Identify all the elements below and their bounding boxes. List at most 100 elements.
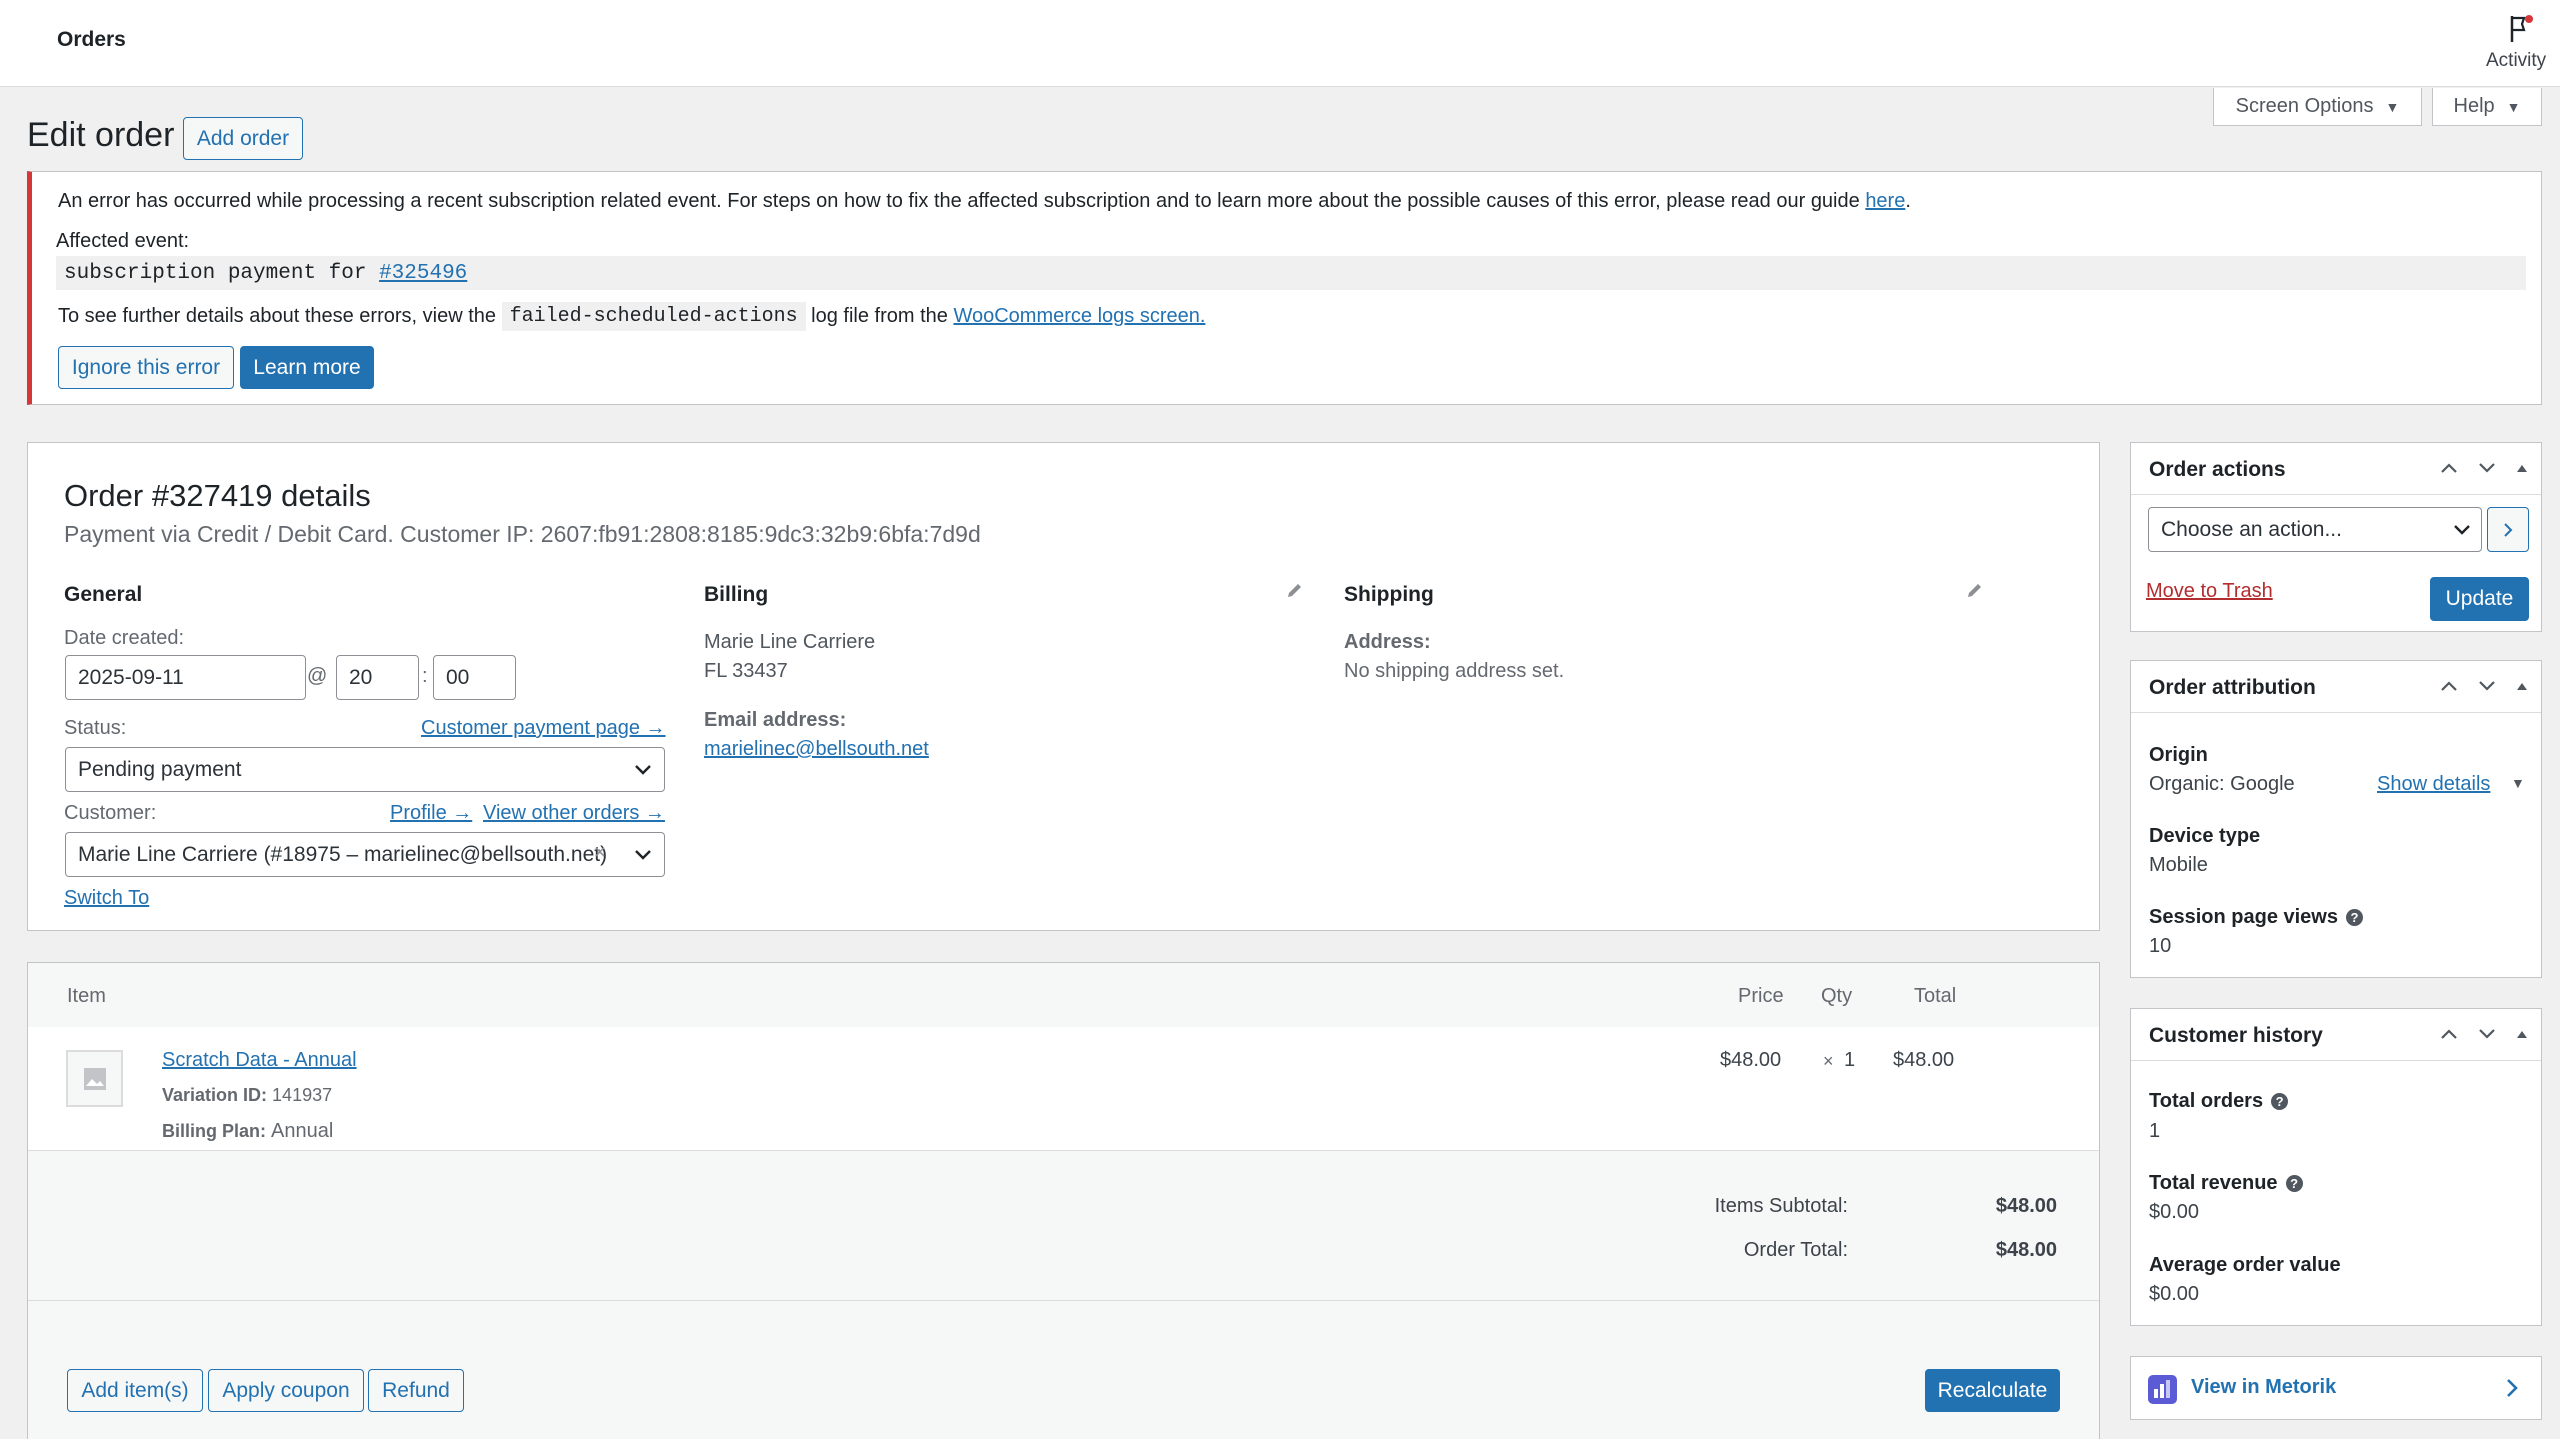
chevron-right-icon xyxy=(2507,1379,2518,1397)
view-in-metorik-button[interactable]: View in Metorik xyxy=(2130,1356,2542,1420)
caret-down-icon: ▼ xyxy=(2385,98,2400,115)
caret-down-icon[interactable]: ▼ xyxy=(2511,775,2525,791)
show-details-link[interactable]: Show details xyxy=(2377,773,2490,796)
order-attribution-panel: Order attribution Origin Organic: Google… xyxy=(2130,660,2542,978)
chevron-down-icon xyxy=(635,765,651,775)
top-bar-title: Orders xyxy=(57,28,126,51)
status-value: Pending payment xyxy=(78,757,242,781)
activity-button[interactable]: Activity xyxy=(2486,12,2556,74)
total-revenue-value: $0.00 xyxy=(2149,1201,2200,1223)
subscription-link[interactable]: #325496 xyxy=(379,262,467,285)
status-select[interactable]: Pending payment xyxy=(65,747,665,792)
chevron-down-icon xyxy=(635,850,651,860)
edit-billing-pencil-icon[interactable] xyxy=(1285,580,1305,600)
totals-section: Items Subtotal: $48.00 Order Total: $48.… xyxy=(28,1151,2099,1301)
total-column-header: Total xyxy=(1914,985,1957,1007)
variation-id: Variation ID: 141937 xyxy=(162,1085,332,1106)
apply-action-button[interactable] xyxy=(2487,507,2529,552)
chevron-down-icon xyxy=(2454,525,2470,535)
switch-to-link[interactable]: Switch To xyxy=(64,887,149,910)
update-button[interactable]: Update xyxy=(2430,577,2529,621)
customer-history-heading: Customer history xyxy=(2149,1024,2323,1047)
items-subtotal-label: Items Subtotal: xyxy=(1714,1195,1848,1217)
table-row: Scratch Data - Annual Variation ID: 1419… xyxy=(28,1027,2099,1151)
learn-more-button[interactable]: Learn more xyxy=(240,346,374,389)
hour-input[interactable]: 20 xyxy=(336,655,419,700)
shipping-address-value: No shipping address set. xyxy=(1344,660,1565,682)
total-orders-label: Total orders? xyxy=(2149,1090,2289,1113)
affected-event-label: Affected event: xyxy=(56,230,190,252)
order-total-label: Order Total: xyxy=(1743,1239,1848,1261)
help-icon[interactable]: ? xyxy=(2345,909,2363,927)
average-order-value: $0.00 xyxy=(2149,1283,2200,1305)
minute-input[interactable]: 00 xyxy=(433,655,516,700)
billing-plan: Billing Plan: Annual xyxy=(162,1120,333,1143)
billing-name: Marie Line Carriere xyxy=(704,631,876,653)
move-down-icon[interactable] xyxy=(2477,1027,2497,1041)
date-created-label: Date created: xyxy=(64,627,185,649)
date-created-input[interactable]: 2025-09-11 xyxy=(65,655,306,700)
customer-payment-page-link[interactable]: Customer payment page → xyxy=(421,717,666,740)
variation-label: Variation ID: xyxy=(162,1085,268,1105)
product-thumbnail-icon xyxy=(66,1050,123,1107)
top-bar: Orders Activity xyxy=(0,0,2560,87)
item-qty: 1 xyxy=(1844,1049,1856,1071)
move-down-icon[interactable] xyxy=(2477,461,2497,475)
customer-label: Customer: xyxy=(64,802,157,824)
screen-options-label: Screen Options xyxy=(2235,95,2374,117)
customer-select[interactable]: Marie Line Carriere (#18975 – marielinec… xyxy=(65,832,665,877)
collapse-triangle-icon[interactable] xyxy=(2515,1028,2529,1040)
apply-coupon-button[interactable]: Apply coupon xyxy=(208,1369,364,1412)
add-items-button[interactable]: Add item(s) xyxy=(67,1369,203,1412)
items-header-row: Item Price Qty Total xyxy=(28,963,2099,1027)
item-column-header: Item xyxy=(67,985,106,1007)
move-up-icon[interactable] xyxy=(2439,679,2459,693)
device-type-value: Mobile xyxy=(2149,854,2208,876)
customer-history-panel: Customer history Total orders? 1 Total r… xyxy=(2130,1008,2542,1326)
error-notice: An error has occurred while processing a… xyxy=(27,171,2542,405)
clear-customer-icon[interactable]: × xyxy=(594,841,606,865)
refund-button[interactable]: Refund xyxy=(368,1369,464,1412)
flag-icon xyxy=(2510,15,2533,42)
add-order-button[interactable]: Add order xyxy=(183,117,303,160)
order-attribution-header: Order attribution xyxy=(2131,661,2541,713)
image-placeholder-icon xyxy=(83,1067,106,1090)
plan-label: Billing Plan: xyxy=(162,1121,267,1141)
details-prefix: To see further details about these error… xyxy=(58,305,502,327)
move-up-icon[interactable] xyxy=(2439,461,2459,475)
customer-profile-link[interactable]: Profile → xyxy=(390,802,472,825)
notice-message: An error has occurred while processing a… xyxy=(58,190,1911,213)
metorik-logo-icon xyxy=(2148,1375,2177,1404)
order-subtitle: Payment via Credit / Debit Card. Custome… xyxy=(64,521,981,547)
status-label: Status: xyxy=(64,717,127,739)
chevron-right-icon xyxy=(2504,522,2513,537)
order-details-panel: Order #327419 details Payment via Credit… xyxy=(27,442,2100,931)
screen-options-button[interactable]: Screen Options ▼ xyxy=(2213,88,2422,126)
item-total: $48.00 xyxy=(1893,1049,1955,1071)
order-attribution-heading: Order attribution xyxy=(2149,676,2316,699)
product-name-link[interactable]: Scratch Data - Annual xyxy=(162,1049,357,1072)
woocommerce-logs-link[interactable]: WooCommerce logs screen. xyxy=(953,305,1205,328)
collapse-triangle-icon[interactable] xyxy=(2515,462,2529,474)
order-action-value: Choose an action... xyxy=(2161,517,2342,541)
order-title: Order #327419 details xyxy=(64,478,371,513)
move-up-icon[interactable] xyxy=(2439,1027,2459,1041)
order-items-panel: Item Price Qty Total Scratch Data - Annu… xyxy=(27,962,2100,1439)
help-icon[interactable]: ? xyxy=(2271,1093,2289,1111)
notice-guide-link[interactable]: here xyxy=(1865,190,1905,212)
order-action-select[interactable]: Choose an action... xyxy=(2148,507,2482,552)
variation-value: 141937 xyxy=(272,1085,333,1105)
email-link[interactable]: marielinec@bellsouth.net xyxy=(704,738,929,761)
ignore-error-button[interactable]: Ignore this error xyxy=(58,346,234,389)
edit-shipping-pencil-icon[interactable] xyxy=(1965,580,1985,600)
help-label: Help xyxy=(2453,95,2495,117)
notice-details: To see further details about these error… xyxy=(58,302,1205,331)
help-button[interactable]: Help ▼ xyxy=(2432,88,2542,126)
view-other-orders-link[interactable]: View other orders → xyxy=(483,802,665,825)
collapse-triangle-icon[interactable] xyxy=(2515,680,2529,692)
at-separator: @ xyxy=(307,665,328,687)
move-down-icon[interactable] xyxy=(2477,679,2497,693)
move-to-trash-link[interactable]: Move to Trash xyxy=(2146,580,2273,603)
help-icon[interactable]: ? xyxy=(2285,1175,2303,1193)
recalculate-button[interactable]: Recalculate xyxy=(1925,1369,2060,1412)
